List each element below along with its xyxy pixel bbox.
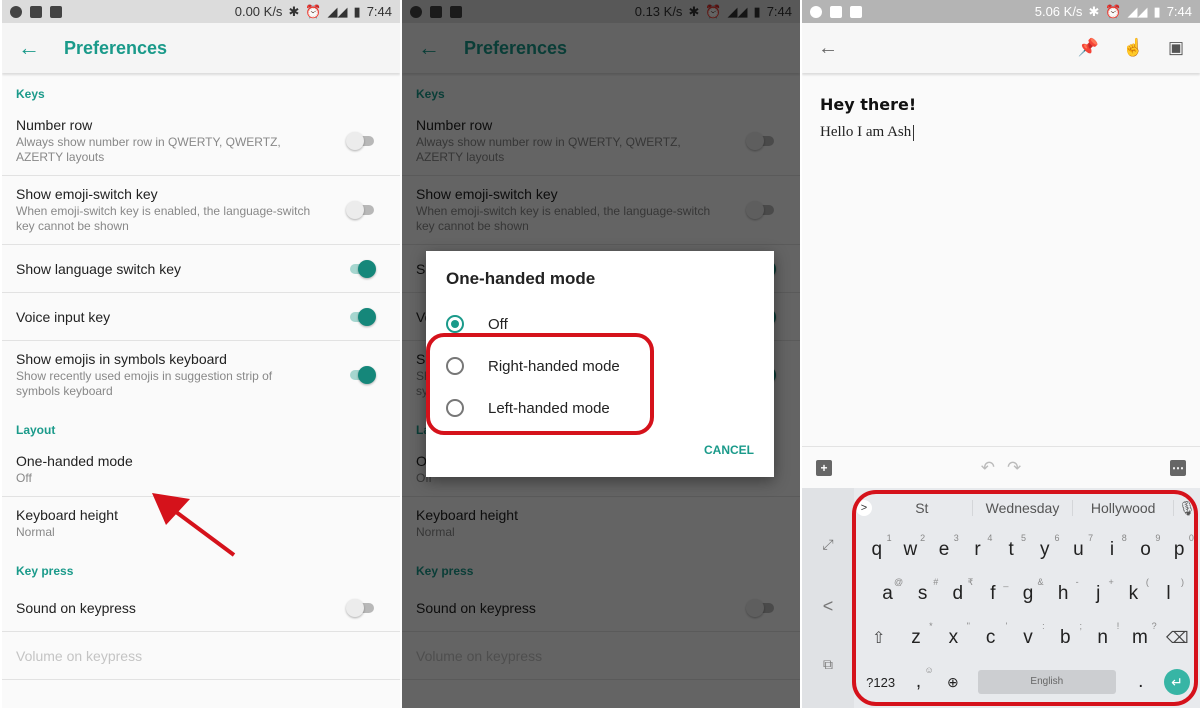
image-icon (30, 5, 42, 18)
navigation-icon (10, 5, 22, 18)
section-header: Layout (16, 423, 56, 437)
network-speed: 0.00 K/s (234, 4, 283, 19)
text-cursor (913, 124, 915, 141)
annotation-arrow-icon (152, 493, 236, 557)
preferences-list: Keys Number row Always show number row in … (2, 73, 400, 680)
preference-item[interactable]: Show emojis in symbols keyboard Show rece… (2, 341, 400, 409)
image-icon (830, 5, 842, 18)
preference-item[interactable]: Voice input key (2, 293, 400, 341)
editor-bottom-bar: + ↶ ↷ ⋯ (802, 446, 1200, 488)
preference-title: Show emoji-switch key (16, 186, 158, 202)
preference-text: Volume on keypress (16, 648, 386, 664)
status-bar: 5.06 K/s ✱ ⏰ ◢◢ ▮ 7:44 (802, 0, 1200, 23)
preference-text: One-handed mode Off (16, 453, 386, 486)
toggle-switch[interactable] (346, 598, 376, 617)
toggle-knob (358, 259, 376, 278)
toggle-knob (358, 366, 376, 384)
preference-text: Show emoji-switch key When emoji-switch k… (16, 186, 346, 234)
clock: 7:44 (366, 4, 392, 19)
activity-icon (850, 5, 862, 18)
preference-item[interactable]: Show language switch key (2, 245, 400, 293)
preference-item[interactable]: Number row Always show number row in QWER… (2, 107, 400, 176)
preference-title: Show language switch key (16, 260, 181, 277)
preference-summary: When emoji-switch key is enabled, the la… (16, 204, 311, 233)
bluetooth-icon: ✱ (1088, 3, 1100, 19)
preferences-screen: 0.00 K/s ✱ ⏰ ◢◢ ▮ 7:44 ← Preferences Keys Numb… (2, 0, 400, 708)
dialog-title: One-handed mode (446, 269, 596, 288)
expand-icon[interactable]: ⤢ (822, 536, 833, 553)
preference-item: Volume on keypress (2, 632, 400, 680)
back-arrow-icon[interactable]: ← (18, 35, 64, 61)
preference-title: Volume on keypress (16, 647, 143, 664)
redo-icon[interactable]: ↷ (1007, 458, 1021, 478)
note-toolbar: ← 📌 ☝ ▣ (802, 23, 1200, 73)
archive-icon[interactable]: ▣ (1168, 38, 1184, 58)
clock: 7:44 (1166, 4, 1192, 19)
alarm-icon: ⏰ (1105, 3, 1122, 19)
annotation-highlight-box (852, 490, 1198, 706)
navigation-icon (810, 5, 822, 18)
cancel-button[interactable]: CANCEL (704, 443, 754, 457)
radio-selected-icon[interactable] (446, 315, 464, 333)
battery-icon: ▮ (1153, 3, 1161, 19)
pin-icon[interactable]: 📌 (1078, 38, 1099, 58)
toggle-knob (346, 598, 364, 617)
status-bar: 0.00 K/s ✱ ⏰ ◢◢ ▮ 7:44 (2, 0, 400, 23)
popout-icon[interactable]: ⧉ (823, 656, 833, 673)
alarm-icon: ⏰ (305, 3, 322, 19)
bluetooth-icon: ✱ (288, 3, 300, 19)
reminder-icon[interactable]: ☝ (1123, 38, 1144, 58)
more-options-icon[interactable]: ⋯ (1170, 459, 1186, 476)
preference-title: Show emojis in symbols keyboard (16, 351, 227, 367)
toggle-knob (358, 307, 376, 326)
note-body-input[interactable]: Hello I am Ash (802, 124, 1200, 141)
preferences-screen-dialog: 0.13 K/s✱⏰◢◢▮7:44 ← Preferences KeysNumb… (402, 0, 800, 708)
toggle-knob (346, 201, 364, 219)
toggle-switch[interactable] (346, 132, 376, 150)
note-editor-screen: 5.06 K/s ✱ ⏰ ◢◢ ▮ 7:44 ← 📌 ☝ ▣ Hey there! Hel… (802, 0, 1200, 708)
preference-item[interactable]: Show emoji-switch key When emoji-switch k… (2, 176, 400, 245)
preference-text: Number row Always show number row in QWER… (16, 117, 346, 165)
toggle-switch[interactable] (346, 307, 376, 326)
preference-title: Number row (16, 117, 93, 133)
toolbar: ← Preferences (2, 23, 400, 73)
toggle-knob (346, 132, 364, 150)
undo-icon[interactable]: ↶ (981, 458, 995, 478)
preference-text: Show language switch key (16, 261, 346, 277)
signal-icon: ◢◢ (1127, 3, 1148, 19)
preference-summary: Show recently used emojis in suggestion … (16, 369, 273, 398)
battery-icon: ▮ (353, 3, 361, 19)
activity-icon (50, 5, 62, 18)
preference-summary: Off (16, 471, 32, 485)
preference-title: One-handed mode (16, 453, 133, 469)
signal-icon: ◢◢ (327, 3, 348, 19)
toggle-switch[interactable] (346, 366, 376, 384)
move-left-icon[interactable]: < (823, 596, 834, 617)
preference-title: Sound on keypress (16, 599, 136, 616)
preference-text: Sound on keypress (16, 600, 346, 616)
network-speed: 5.06 K/s (1034, 4, 1083, 19)
section-header: Keys (16, 87, 45, 101)
preference-text: Show emojis in symbols keyboard Show rece… (16, 351, 346, 399)
toggle-switch[interactable] (346, 201, 376, 219)
preference-item[interactable]: Sound on keypress (2, 584, 400, 632)
note-body-text: Hello I am Ash (820, 124, 912, 140)
page-title: Preferences (64, 37, 168, 58)
preference-text: Voice input key (16, 309, 346, 325)
back-arrow-icon[interactable]: ← (818, 37, 838, 60)
preference-summary: Always show number row in QWERTY, QWERTZ… (16, 135, 281, 164)
preference-title: Voice input key (16, 308, 111, 325)
note-title[interactable]: Hey there! (802, 73, 1200, 124)
option-label: Off (488, 315, 508, 333)
add-icon[interactable]: + (816, 459, 832, 476)
annotation-highlight-box (426, 333, 654, 435)
one-handed-side-panel: ⤢ < ⧉ (802, 488, 854, 708)
toggle-switch[interactable] (346, 259, 376, 278)
